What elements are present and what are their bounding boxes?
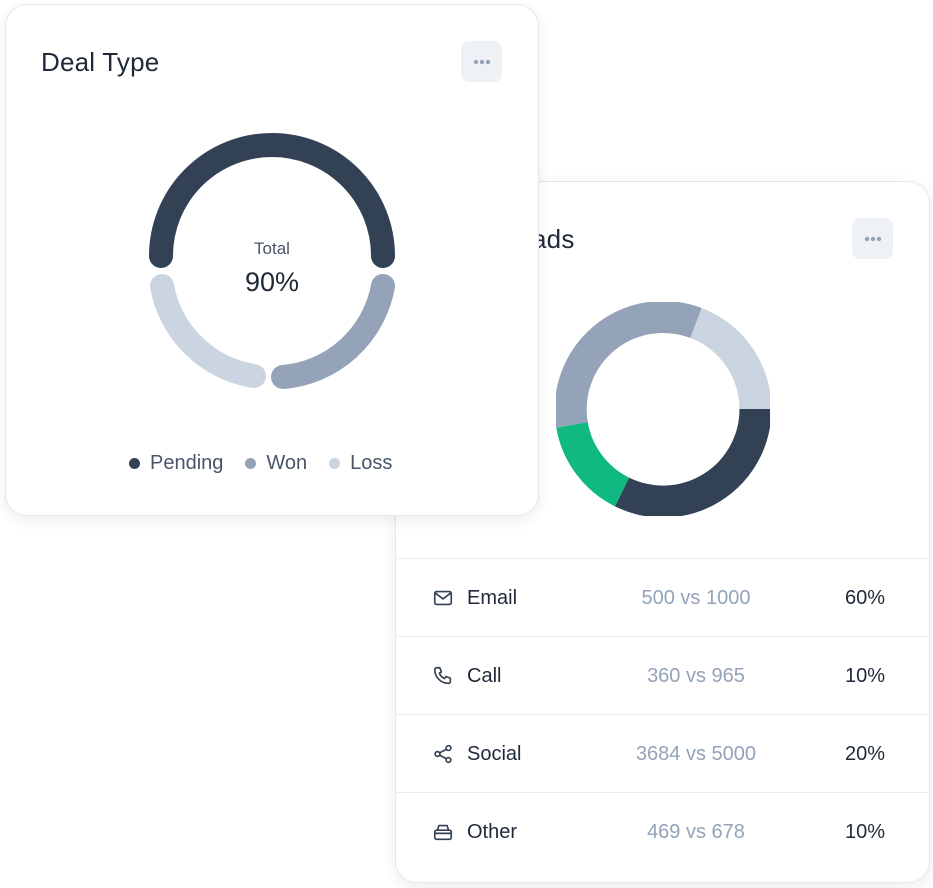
deal-type-legend: Pending Won Loss (129, 452, 392, 475)
more-horizontal-icon (473, 59, 490, 64)
legend-item-loss: Loss (329, 452, 392, 475)
lead-row-email[interactable]: Email 500 vs 1000 60% (396, 558, 929, 637)
legend-dot-pending (129, 458, 140, 469)
leads-segment-email (614, 408, 770, 516)
deal-type-more-button[interactable] (461, 41, 502, 82)
more-horizontal-icon (864, 236, 881, 241)
leads-segment-other (689, 308, 770, 410)
lead-row-label: Other (467, 820, 518, 843)
share-icon (432, 743, 454, 765)
lead-row-label: Social (467, 742, 522, 765)
legend-dot-loss (329, 458, 341, 469)
lead-row-compare: 3684 vs 5000 (635, 742, 757, 765)
mail-icon (432, 587, 454, 609)
legend-label: Loss (350, 452, 393, 474)
lead-row-percent: 60% (844, 586, 885, 609)
legend-item-pending: Pending (129, 452, 223, 475)
deal-total-value: 90% (244, 267, 300, 297)
legend-dot-won (245, 458, 257, 469)
leads-segment-social (556, 302, 702, 428)
leads-segment-call (556, 421, 630, 507)
lead-row-compare: 500 vs 1000 (641, 586, 751, 609)
lead-row-compare: 469 vs 678 (647, 820, 745, 843)
leads-more-button[interactable] (852, 218, 893, 259)
deal-segment-won (271, 274, 395, 389)
legend-item-won: Won (245, 452, 307, 475)
legend-label: Pending (150, 452, 224, 474)
lead-row-label: Call (467, 664, 502, 687)
lead-row-percent: 10% (844, 664, 885, 687)
lead-row-call[interactable]: Call 360 vs 965 10% (396, 636, 929, 715)
lead-row-percent: 20% (844, 742, 885, 765)
phone-icon (432, 665, 454, 687)
lead-row-label: Email (467, 586, 518, 609)
leads-donut-chart (556, 302, 770, 516)
deal-type-card: Deal Type Total 90% Pending Won Loss (5, 4, 539, 516)
lead-row-compare: 360 vs 965 (647, 664, 745, 687)
deal-type-ring-chart (149, 133, 395, 389)
lead-row-percent: 10% (844, 820, 885, 843)
deal-segment-loss (150, 274, 266, 388)
deal-total-label: Total (254, 239, 290, 258)
lead-row-other[interactable]: Other 469 vs 678 10% (396, 792, 929, 871)
legend-label: Won (266, 452, 308, 474)
deal-type-title: Deal Type (41, 47, 160, 77)
inbox-icon (432, 821, 454, 843)
lead-row-social[interactable]: Social 3684 vs 5000 20% (396, 714, 929, 793)
